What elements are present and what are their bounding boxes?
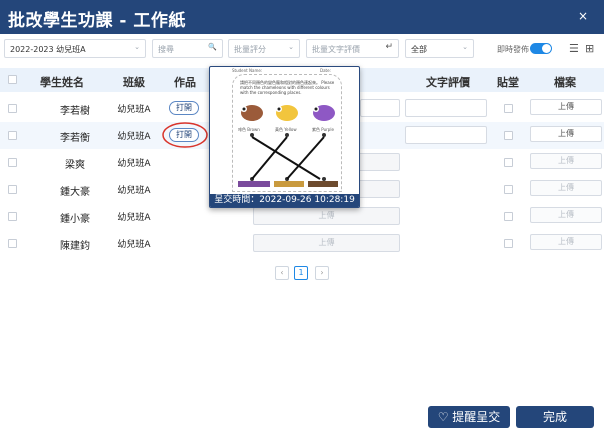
worksheet-illustration bbox=[238, 105, 338, 187]
pin-checkbox[interactable] bbox=[504, 104, 513, 113]
batch-score-select[interactable]: 批量評分 ⌄ bbox=[228, 39, 300, 58]
next-page-button[interactable]: › bbox=[315, 266, 329, 280]
student-class: 幼兒班A bbox=[117, 105, 151, 115]
preview-date-label: Date: bbox=[320, 68, 331, 73]
chevron-down-icon: ⌄ bbox=[462, 43, 468, 51]
filter-bar: 2022-2023 幼兒班A ⌄ 搜尋 🔍 批量評分 ⌄ 批量文字評價 ↵ 全部… bbox=[0, 34, 604, 64]
remind-label: 提醒呈交 bbox=[452, 410, 501, 424]
pin-checkbox bbox=[504, 185, 513, 194]
header-student-name: 學生姓名 bbox=[40, 76, 84, 89]
score-field[interactable] bbox=[360, 99, 400, 117]
student-class: 幼兒班A bbox=[117, 213, 151, 223]
upload-button[interactable]: 上傳 bbox=[530, 126, 602, 142]
batch-comment-input[interactable]: 批量文字評價 ↵ bbox=[306, 39, 399, 58]
label-yellow: 黃色 Yellow bbox=[275, 127, 297, 132]
preview-student-label: Student Name: bbox=[232, 68, 263, 73]
student-name: 鍾大豪 bbox=[60, 187, 90, 198]
upload-button[interactable]: 上傳 bbox=[530, 99, 602, 115]
upload-work-button: 上傳 bbox=[253, 207, 400, 225]
label-purple: 紫色 Purple bbox=[312, 127, 334, 132]
student-name: 鍾小豪 bbox=[60, 214, 90, 225]
upload-button: 上傳 bbox=[530, 180, 602, 196]
class-select-value: 2022-2023 幼兒班A bbox=[10, 45, 86, 54]
header-pin: 貼堂 bbox=[497, 76, 519, 89]
row-checkbox[interactable] bbox=[8, 158, 17, 167]
pin-checkbox bbox=[504, 158, 513, 167]
header-work: 作品 bbox=[174, 76, 196, 89]
class-select[interactable]: 2022-2023 幼兒班A ⌄ bbox=[4, 39, 146, 58]
select-all-checkbox[interactable] bbox=[8, 75, 17, 84]
remind-submit-button[interactable]: ♡ 提醒呈交 bbox=[428, 406, 510, 428]
batch-score-placeholder: 批量評分 bbox=[234, 45, 266, 54]
pin-checkbox bbox=[504, 239, 513, 248]
student-class: 幼兒班A bbox=[117, 132, 151, 142]
status-select[interactable]: 全部 ⌄ bbox=[405, 39, 474, 58]
student-class: 幼兒班A bbox=[117, 186, 151, 196]
worksheet-instruction: 請把不同顏色的變色龍和相對的顏色連起來。 Please match the ch… bbox=[240, 80, 335, 95]
batch-comment-placeholder: 批量文字評價 bbox=[312, 45, 360, 54]
search-icon: 🔍 bbox=[208, 43, 217, 51]
work-preview-popup: Student Name: Date: 請把不同顏色的變色龍和相對的顏色連起來。… bbox=[209, 66, 360, 208]
table-row: 陳建鈞 幼兒班A 上傳 上傳 bbox=[0, 230, 604, 257]
window-title: 批改學生功課 - 工作紙 bbox=[8, 11, 186, 31]
row-checkbox[interactable] bbox=[8, 239, 17, 248]
row-checkbox[interactable] bbox=[8, 212, 17, 221]
student-class: 幼兒班A bbox=[117, 159, 151, 169]
realtime-label: 即時發佈 bbox=[497, 45, 529, 54]
chevron-down-icon: ⌄ bbox=[134, 43, 140, 51]
upload-work-button: 上傳 bbox=[253, 234, 400, 252]
done-button[interactable]: 完成 bbox=[516, 406, 594, 428]
student-name: 陳建鈞 bbox=[60, 241, 90, 252]
comment-field[interactable] bbox=[405, 126, 487, 144]
open-work-button[interactable]: 打開 bbox=[169, 101, 199, 115]
student-name: 李若樹 bbox=[60, 106, 90, 117]
comment-field[interactable] bbox=[405, 99, 487, 117]
submitted-time: 呈交時間：2022-09-26 10:28:19 bbox=[210, 194, 359, 207]
row-checkbox[interactable] bbox=[8, 131, 17, 140]
header-file: 檔案 bbox=[554, 76, 576, 89]
upload-button: 上傳 bbox=[530, 234, 602, 250]
label-brown: 啡色 Brown bbox=[238, 127, 260, 132]
status-select-value: 全部 bbox=[411, 45, 427, 54]
student-name: 梁爽 bbox=[65, 160, 85, 171]
row-checkbox[interactable] bbox=[8, 104, 17, 113]
pin-checkbox[interactable] bbox=[504, 131, 513, 140]
highlight-circle bbox=[162, 122, 208, 148]
close-icon[interactable]: × bbox=[578, 9, 588, 23]
page-1-button[interactable]: 1 bbox=[294, 266, 308, 280]
upload-button: 上傳 bbox=[530, 207, 602, 223]
realtime-toggle[interactable] bbox=[530, 43, 552, 54]
grid-view-icon[interactable]: ⊞ bbox=[585, 42, 594, 55]
enter-icon: ↵ bbox=[385, 42, 393, 52]
student-name: 李若衡 bbox=[60, 133, 90, 144]
search-input[interactable]: 搜尋 🔍 bbox=[152, 39, 223, 58]
toggle-knob bbox=[542, 44, 551, 53]
chevron-down-icon: ⌄ bbox=[288, 43, 294, 51]
upload-button: 上傳 bbox=[530, 153, 602, 169]
row-checkbox[interactable] bbox=[8, 185, 17, 194]
list-view-icon[interactable]: ☰ bbox=[569, 42, 579, 55]
header-comment: 文字評價 bbox=[426, 76, 470, 89]
header-class: 班級 bbox=[123, 76, 145, 89]
window-titlebar: 批改學生功課 - 工作紙 × bbox=[0, 0, 604, 34]
student-class: 幼兒班A bbox=[117, 240, 151, 250]
bell-icon: ♡ bbox=[437, 410, 449, 424]
prev-page-button[interactable]: ‹ bbox=[275, 266, 289, 280]
search-placeholder: 搜尋 bbox=[158, 45, 174, 54]
pin-checkbox bbox=[504, 212, 513, 221]
